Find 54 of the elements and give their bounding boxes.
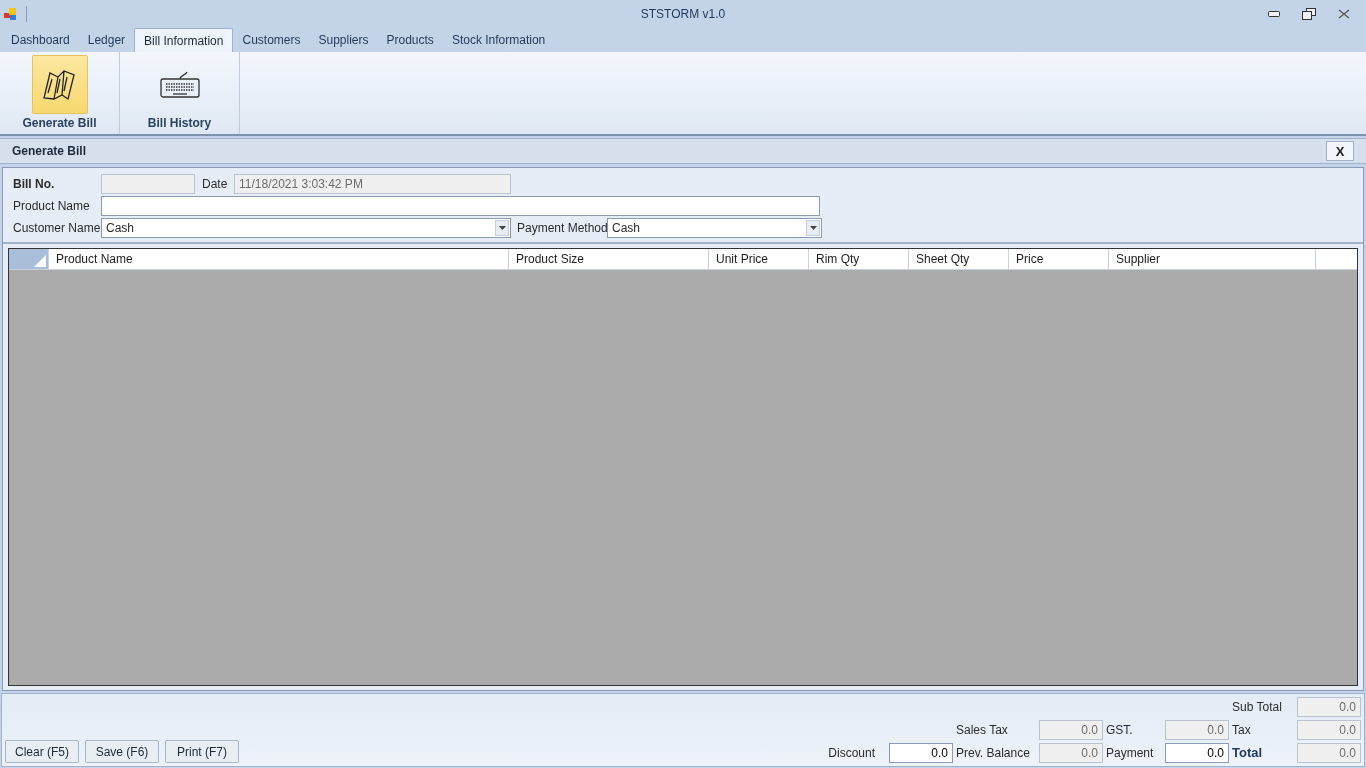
column-header[interactable]: Product Size: [509, 249, 709, 269]
amount-field[interactable]: 0.0: [1297, 697, 1361, 717]
amount-field[interactable]: 0.0: [1165, 743, 1229, 763]
tab[interactable]: Products: [377, 28, 443, 52]
total-label: Sub Total: [1231, 699, 1283, 716]
amount-field[interactable]: 0.0: [1297, 720, 1361, 740]
app-icon: [4, 7, 18, 21]
minimize-icon[interactable]: [1268, 11, 1280, 17]
total-label: GST.: [1105, 722, 1134, 739]
tab[interactable]: Bill Information: [134, 28, 234, 52]
total-label: Total: [1231, 744, 1264, 763]
field-label: Product Name: [13, 198, 91, 215]
total-label: Prev. Balance: [955, 745, 1031, 762]
bill-number-field[interactable]: [101, 174, 195, 194]
amount-field[interactable]: 0.0: [1039, 743, 1103, 763]
ribbon-button[interactable]: Generate Bill: [0, 52, 120, 134]
panel-title: Generate Bill: [12, 143, 87, 160]
tab[interactable]: Customers: [233, 28, 310, 52]
column-header[interactable]: Sheet Qty: [909, 249, 1009, 269]
amount-field[interactable]: 0.0: [1165, 720, 1229, 740]
column-header[interactable]: Product Name: [49, 249, 509, 269]
payment-method-dropdown[interactable]: Cash: [607, 218, 822, 238]
column-header[interactable]: Supplier: [1109, 249, 1316, 269]
field-label: Payment Method: [516, 220, 607, 237]
amount-field[interactable]: 0.0: [889, 743, 953, 763]
tab[interactable]: Stock Information: [442, 28, 555, 52]
keyboard-icon: [158, 70, 201, 99]
action-button[interactable]: Print (F7): [165, 740, 239, 763]
total-label: Sales Tax: [955, 722, 1009, 739]
close-button[interactable]: X: [1326, 141, 1354, 161]
corner-triangle-icon: [34, 255, 46, 267]
field-label: Customer Name: [13, 220, 101, 237]
column-header[interactable]: Unit Price: [709, 249, 809, 269]
close-icon[interactable]: [1338, 9, 1350, 19]
window-title: STSTORM v1.0: [640, 6, 726, 23]
tab[interactable]: Suppliers: [309, 28, 378, 52]
field-label: Bill No.: [13, 176, 56, 193]
total-label: Payment: [1105, 745, 1155, 762]
ribbon-button[interactable]: Bill History: [120, 52, 240, 134]
total-label: Tax: [1231, 722, 1252, 739]
action-button[interactable]: Clear (F5): [5, 740, 79, 763]
tab[interactable]: Ledger: [78, 28, 135, 52]
tab[interactable]: Dashboard: [2, 28, 79, 52]
action-button[interactable]: Save (F6): [85, 740, 159, 763]
date-field[interactable]: 11/18/2021 3:03:42 PM: [234, 174, 511, 194]
column-header[interactable]: Rim Qty: [809, 249, 909, 269]
restore-icon[interactable]: [1302, 8, 1316, 20]
column-header[interactable]: Price: [1009, 249, 1109, 269]
field-label: Date: [201, 176, 229, 193]
product-name-field[interactable]: [101, 196, 820, 216]
amount-field[interactable]: 0.0: [1039, 720, 1103, 740]
amount-field[interactable]: 0.0: [1297, 743, 1361, 763]
total-label: Discount: [827, 745, 876, 762]
customer-name-dropdown[interactable]: Cash: [101, 218, 511, 238]
